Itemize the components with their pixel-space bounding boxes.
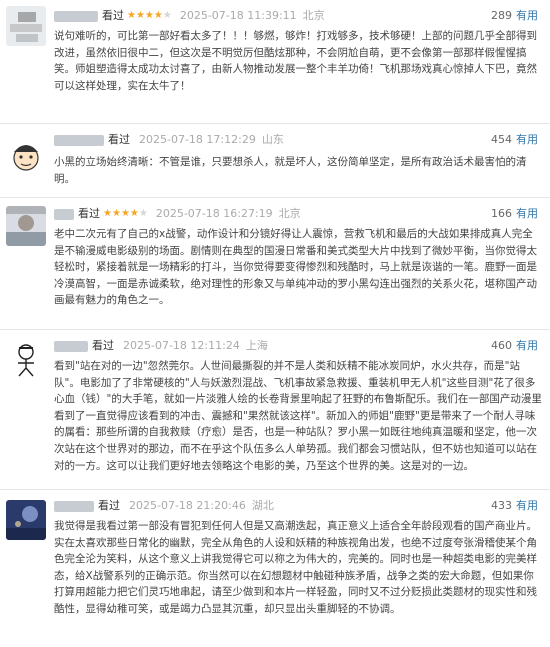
star-icon: ★ — [135, 10, 145, 21]
avatar[interactable] — [6, 136, 46, 176]
comment-location: 北京 — [302, 9, 325, 22]
star-icon: ★ — [138, 208, 148, 219]
vote-count: 166 — [491, 207, 512, 220]
watch-status: 看过 — [98, 499, 120, 512]
rating-stars: ★ ★ ★ ★ ★ — [127, 11, 172, 21]
comment-item: 看过 2025-07-18 21:20:46 湖北 433 有用 我觉得是我看过第… — [0, 490, 550, 647]
avatar[interactable] — [6, 206, 46, 246]
avatar[interactable] — [6, 6, 46, 46]
vote-count: 460 — [491, 339, 512, 352]
star-icon: ★ — [144, 10, 154, 21]
username[interactable] — [54, 134, 104, 146]
star-icon: ★ — [153, 10, 163, 21]
star-icon: ★ — [129, 208, 139, 219]
comment-item: 看过 ★ ★ ★ ★ ★ 2025-07-18 11:39:11 北京 289 有用 说句… — [0, 0, 550, 124]
vote-area: 289 有用 — [491, 8, 538, 24]
vote-count: 454 — [491, 133, 512, 146]
vote-count: 433 — [491, 499, 512, 512]
watch-status: 看过 — [78, 207, 100, 220]
vote-area: 460 有用 — [491, 338, 538, 354]
comment-meta: 看过 ★ ★ ★ ★ ★ 2025-07-18 16:27:19 北京 — [54, 206, 301, 222]
vote-area: 433 有用 — [491, 498, 538, 514]
comment-content: 看到"站在对的一边"忽然莞尔。人世间最撕裂的并不是人类和妖精不能冰炭同炉，水火共… — [54, 360, 542, 472]
star-icon: ★ — [120, 208, 130, 219]
username[interactable] — [54, 500, 94, 512]
comment-location: 湖北 — [251, 499, 274, 512]
comment-time: 2025-07-18 16:27:19 — [155, 207, 273, 220]
comment-item: 看过 2025-07-18 17:12:29 山东 454 有用 小黑的立场始终清… — [0, 124, 550, 198]
comment-meta: 看过 2025-07-18 17:12:29 山东 — [54, 132, 284, 148]
useful-button[interactable]: 有用 — [516, 133, 538, 146]
rating-stars: ★ ★ ★ ★ ★ — [103, 209, 148, 219]
comment-content: 说句难听的，可比第一部好看太多了！！！够燃，够炸！打戏够多，技术够硬！上部的问题… — [54, 30, 537, 92]
avatar[interactable] — [6, 500, 46, 540]
star-icon: ★ — [111, 208, 121, 219]
watch-status: 看过 — [102, 9, 124, 22]
vote-count: 289 — [491, 9, 512, 22]
comment-location: 山东 — [261, 133, 284, 146]
useful-button[interactable]: 有用 — [516, 499, 538, 512]
comment-time: 2025-07-18 21:20:46 — [129, 499, 246, 512]
comment-meta: 看过 ★ ★ ★ ★ ★ 2025-07-18 11:39:11 北京 — [54, 8, 325, 24]
comment-time: 2025-07-18 17:12:29 — [139, 133, 256, 146]
comment-content: 我觉得是我看过第一部没有冒犯到任何人但是又高潮迭起，真正意义上适合全年龄段观看的… — [54, 520, 537, 615]
star-icon: ★ — [127, 10, 136, 21]
avatar[interactable] — [6, 338, 46, 378]
comment-time: 2025-07-18 12:11:24 — [123, 339, 240, 352]
username[interactable] — [54, 340, 88, 352]
vote-area: 166 有用 — [491, 206, 538, 222]
star-icon: ★ — [162, 10, 172, 21]
comment-content: 老中二次元有了自己的x战警，动作设计和分镜好得让人震惊，营救飞机和最后的大战如果… — [54, 228, 537, 307]
comment-list: 看过 ★ ★ ★ ★ ★ 2025-07-18 11:39:11 北京 289 有用 说句… — [0, 0, 550, 647]
comment-location: 上海 — [245, 339, 268, 352]
comment-meta: 看过 2025-07-18 12:11:24 上海 — [54, 338, 268, 354]
watch-status: 看过 — [92, 339, 114, 352]
useful-button[interactable]: 有用 — [516, 9, 538, 22]
comment-meta: 看过 2025-07-18 21:20:46 湖北 — [54, 498, 274, 514]
comment-location: 北京 — [278, 207, 301, 220]
comment-time: 2025-07-18 11:39:11 — [179, 9, 297, 22]
useful-button[interactable]: 有用 — [516, 339, 538, 352]
username[interactable] — [54, 10, 98, 22]
watch-status: 看过 — [108, 133, 130, 146]
comment-item: 看过 2025-07-18 12:11:24 上海 460 有用 看到"站在对的一… — [0, 330, 550, 490]
vote-area: 454 有用 — [491, 132, 538, 148]
username[interactable] — [54, 208, 74, 220]
comment-content: 小黑的立场始终清晰：不管是谁，只要想杀人，就是坏人，这份简单坚定，是所有政治话术… — [54, 156, 527, 185]
comment-item: 看过 ★ ★ ★ ★ ★ 2025-07-18 16:27:19 北京 166 有用 老中… — [0, 198, 550, 330]
star-icon: ★ — [103, 208, 112, 219]
useful-button[interactable]: 有用 — [516, 207, 538, 220]
